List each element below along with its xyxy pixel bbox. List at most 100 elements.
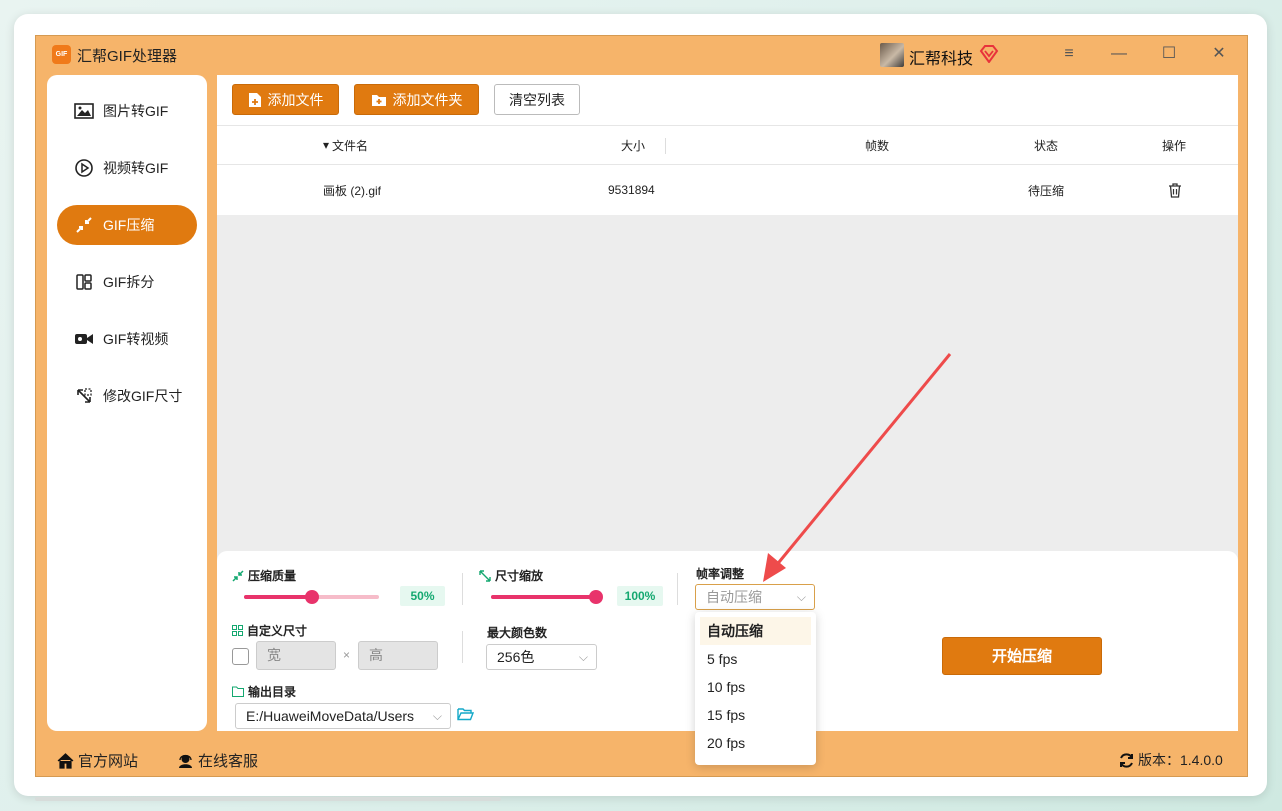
sort-desc-icon[interactable]: ▾ (323, 138, 329, 152)
table-row[interactable]: 画板 (2).gif 9531894 待压缩 (217, 165, 1238, 215)
trash-icon (1169, 182, 1181, 198)
divider (462, 631, 463, 663)
app-window: GIF 汇帮GIF处理器 汇帮科技 ≡ — ☐ ✕ 图片转GIF 视频转GIF (35, 35, 1248, 777)
custom-size-label: 自定义尺寸 (247, 624, 308, 638)
add-file-label: 添加文件 (267, 91, 324, 108)
quality-slider-handle[interactable] (304, 590, 319, 604)
start-compress-button[interactable]: 开始压缩 (942, 637, 1102, 675)
framerate-label: 帧率调整 (696, 567, 745, 581)
output-dir-select[interactable]: E:/HuaweiMoveData/Users ⌵ (235, 703, 451, 729)
user-name[interactable]: 汇帮科技 (909, 45, 973, 69)
official-website-link[interactable]: 官方网站 (57, 750, 138, 771)
version-label: 版本：1.4.0.0 (1138, 752, 1223, 768)
file-name-cell: 画板 (2).gif (323, 183, 382, 198)
footer-bar: 官方网站 在线客服 版本：1.4.0.0 (36, 741, 1247, 777)
split-icon (73, 271, 95, 293)
maximize-button[interactable]: ☐ (1155, 42, 1183, 66)
column-header-action: 操作 (1162, 138, 1187, 153)
height-input[interactable]: 高 (358, 641, 438, 670)
framerate-option-20fps[interactable]: 20 fps (700, 729, 811, 757)
sidebar-item-label: 视频转GIF (103, 160, 169, 176)
delete-file-button[interactable] (1168, 165, 1182, 215)
folder-open-icon (457, 708, 475, 721)
resize-icon (73, 385, 95, 407)
user-avatar[interactable] (880, 43, 904, 67)
app-logo-icon: GIF (52, 45, 71, 64)
sidebar-item-video-to-gif[interactable]: 视频转GIF (57, 148, 197, 188)
scale-slider[interactable] (491, 590, 603, 604)
scale-label: 尺寸缩放 (495, 569, 544, 583)
headset-icon (177, 753, 194, 769)
column-divider[interactable] (665, 138, 666, 154)
image-icon (73, 100, 95, 122)
online-support-label: 在线客服 (198, 753, 259, 770)
sidebar-item-label: GIF压缩 (103, 217, 155, 233)
close-button[interactable]: ✕ (1205, 42, 1233, 66)
chevron-down-icon: ⌵ (432, 709, 442, 723)
online-support-link[interactable]: 在线客服 (177, 750, 258, 771)
vip-diamond-icon[interactable] (979, 45, 999, 63)
column-header-size[interactable]: 大小 (621, 126, 645, 164)
sidebar-item-resize-gif[interactable]: 修改GIF尺寸 (57, 376, 197, 416)
horizontal-scrollbar[interactable] (35, 797, 501, 801)
sidebar-item-gif-split[interactable]: GIF拆分 (57, 262, 197, 302)
custom-size-checkbox[interactable] (232, 648, 249, 665)
quality-value: 50% (400, 586, 445, 606)
add-file-icon (248, 92, 262, 108)
version-info: 版本：1.4.0.0 (1118, 750, 1223, 770)
chevron-down-icon: ⌵ (578, 650, 588, 664)
clear-list-button[interactable]: 清空列表 (494, 84, 580, 115)
video-camera-icon (73, 328, 95, 350)
scale-slider-fill (491, 595, 596, 599)
sidebar-item-gif-to-video[interactable]: GIF转视频 (57, 319, 197, 359)
add-file-button[interactable]: 添加文件 (232, 84, 339, 115)
output-dir-label: 输出目录 (248, 685, 297, 699)
add-folder-label: 添加文件夹 (392, 91, 463, 108)
sidebar-item-label: 修改GIF尺寸 (103, 388, 183, 404)
browse-folder-button[interactable] (457, 707, 475, 724)
column-header-status[interactable]: 状态 (1034, 126, 1058, 164)
sidebar-item-label: 图片转GIF (103, 103, 169, 119)
column-header-name[interactable]: ▾ 文件名 (323, 126, 368, 164)
play-circle-icon (73, 157, 95, 179)
menu-icon[interactable]: ≡ (1055, 42, 1083, 66)
divider (462, 573, 463, 605)
sidebar-item-label: GIF转视频 (103, 331, 169, 347)
quality-slider[interactable] (244, 590, 379, 604)
file-table-header: ▾ 文件名 大小 帧数 状态 操作 (217, 125, 1238, 165)
toolbar: 添加文件 添加文件夹 清空列表 (217, 75, 1238, 125)
quality-label: 压缩质量 (248, 569, 297, 583)
framerate-option-15fps[interactable]: 15 fps (700, 701, 811, 729)
framerate-option-5fps[interactable]: 5 fps (700, 645, 811, 673)
sidebar: 图片转GIF 视频转GIF GIF压缩 GIF拆分 GIF转视频 修改GIF尺寸 (47, 75, 207, 731)
quality-label-group: 压缩质量 (232, 567, 296, 584)
max-colors-select[interactable]: 256色 ⌵ (486, 644, 597, 670)
framerate-selected: 自动压缩 (706, 589, 762, 605)
refresh-icon[interactable] (1118, 752, 1135, 769)
max-colors-label: 最大颜色数 (487, 626, 548, 640)
scale-label-group: 尺寸缩放 (479, 567, 543, 584)
folder-small-icon (232, 686, 244, 697)
sidebar-item-image-to-gif[interactable]: 图片转GIF (57, 91, 197, 131)
framerate-option-10fps[interactable]: 10 fps (700, 673, 811, 701)
quality-slider-fill (244, 595, 312, 599)
column-header-frames[interactable]: 帧数 (865, 126, 889, 164)
add-folder-button[interactable]: 添加文件夹 (354, 84, 479, 115)
width-input[interactable]: 宽 (256, 641, 336, 670)
grid-icon (232, 625, 243, 636)
scale-slider-handle[interactable] (589, 590, 603, 604)
official-website-label: 官方网站 (78, 753, 139, 770)
sidebar-item-gif-compress[interactable]: GIF压缩 (57, 205, 197, 245)
chevron-down-icon: ⌵ (796, 590, 806, 604)
compress-small-icon (232, 569, 244, 582)
add-folder-icon (371, 93, 387, 107)
framerate-select[interactable]: 自动压缩 ⌵ (695, 584, 815, 610)
file-status-cell: 待压缩 (1028, 183, 1065, 198)
framerate-option-auto[interactable]: 自动压缩 (700, 617, 811, 645)
max-colors-selected: 256色 (497, 649, 535, 665)
title-bar: GIF 汇帮GIF处理器 汇帮科技 ≡ — ☐ ✕ (36, 36, 1247, 72)
file-size-cell: 9531894 (608, 183, 655, 197)
minimize-button[interactable]: — (1105, 42, 1133, 66)
output-dir-label-group: 输出目录 (232, 683, 296, 700)
sidebar-item-label: GIF拆分 (103, 274, 155, 290)
